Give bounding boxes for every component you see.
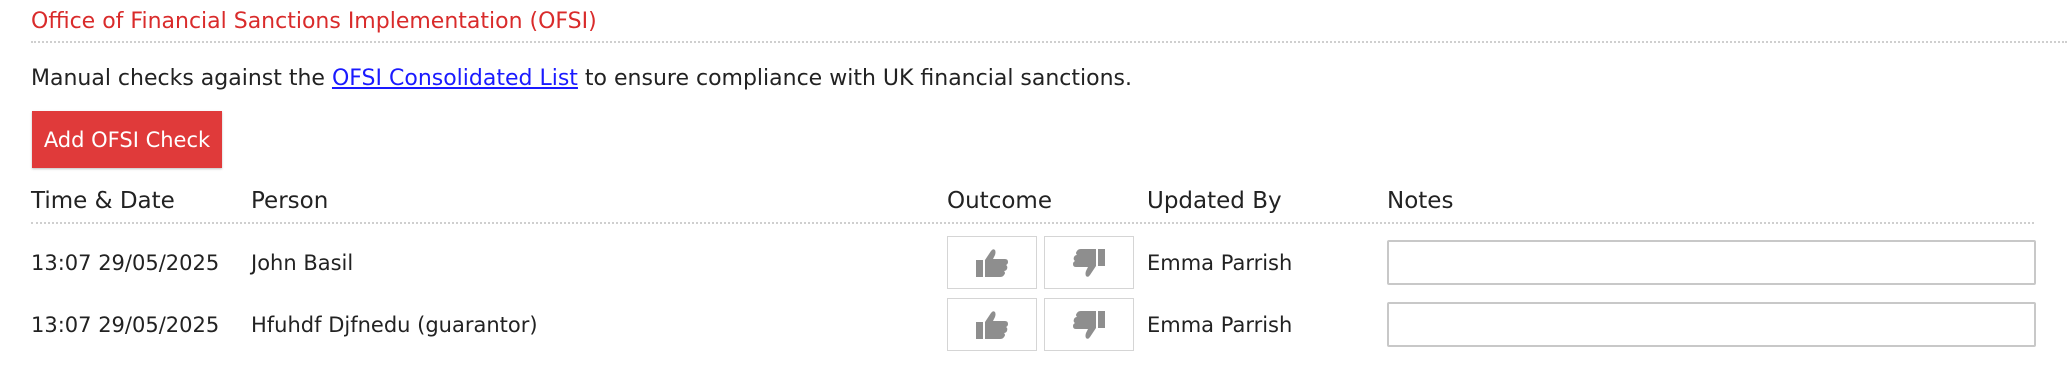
row-time-date: 13:07 29/05/2025 — [31, 251, 220, 275]
header-outcome: Outcome — [947, 188, 1052, 214]
approve-button[interactable] — [947, 298, 1037, 351]
approve-button[interactable] — [947, 236, 1037, 289]
header-time-date: Time & Date — [31, 188, 175, 214]
row-person: Hfuhdf Djfnedu (guarantor) — [251, 313, 538, 337]
thumbs-down-icon — [1073, 310, 1105, 339]
add-ofsi-check-button[interactable]: Add OFSI Check — [32, 111, 222, 168]
table-row: 13:07 29/05/2025 John Basil Emma Parrish — [31, 236, 2036, 290]
intro-text: Manual checks against the OFSI Consolida… — [31, 64, 1132, 94]
table-header: Time & Date Person Outcome Updated By No… — [31, 186, 2034, 224]
section-title: Office of Financial Sanctions Implementa… — [31, 9, 2067, 43]
header-updated-by: Updated By — [1147, 188, 1282, 214]
header-person: Person — [251, 188, 329, 214]
row-updated-by: Emma Parrish — [1147, 251, 1293, 275]
intro-text-before: Manual checks against the — [31, 66, 332, 91]
notes-input[interactable] — [1387, 302, 2036, 347]
row-updated-by: Emma Parrish — [1147, 313, 1293, 337]
thumbs-up-icon — [976, 248, 1008, 277]
intro-text-after: to ensure compliance with UK financial s… — [577, 66, 1132, 91]
notes-input[interactable] — [1387, 240, 2036, 285]
reject-button[interactable] — [1044, 236, 1134, 289]
thumbs-up-icon — [976, 310, 1008, 339]
header-notes: Notes — [1387, 188, 1454, 214]
table-row: 13:07 29/05/2025 Hfuhdf Djfnedu (guarant… — [31, 298, 2036, 352]
ofsi-consolidated-list-link[interactable]: OFSI Consolidated List — [332, 66, 578, 91]
thumbs-down-icon — [1073, 248, 1105, 277]
row-time-date: 13:07 29/05/2025 — [31, 313, 220, 337]
reject-button[interactable] — [1044, 298, 1134, 351]
row-person: John Basil — [251, 251, 354, 275]
